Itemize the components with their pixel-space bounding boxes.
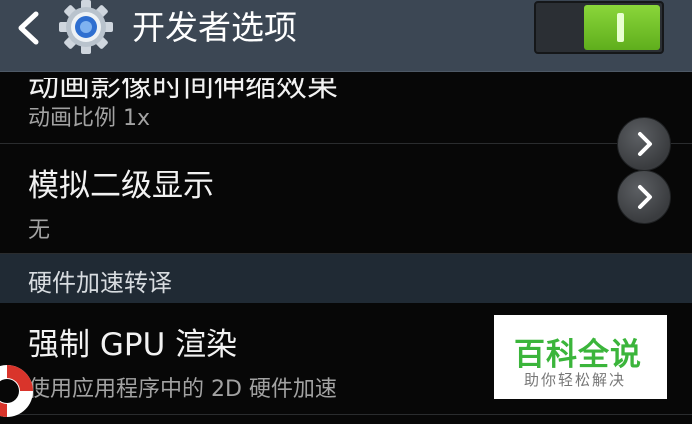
setting-summary: 使用应用程序中的 2D 硬件加速 bbox=[28, 377, 337, 402]
lifebuoy-icon[interactable] bbox=[0, 362, 36, 420]
setting-value: 无 bbox=[28, 218, 51, 243]
section-header-hardware-acceleration: 硬件加速转译 bbox=[0, 254, 692, 303]
setting-title: 强制 GPU 渲染 bbox=[28, 327, 238, 363]
setting-title: 模拟二级显示 bbox=[28, 168, 214, 204]
simulate-display-open-button[interactable] bbox=[617, 170, 671, 224]
watermark-logo: 百科全说 助你轻松解决 bbox=[494, 315, 667, 399]
developer-options-master-switch[interactable] bbox=[534, 1, 664, 54]
setting-title: 动画影像时间伸缩效果 bbox=[28, 68, 338, 104]
gear-icon[interactable] bbox=[54, 0, 118, 56]
developer-options-screen: 开发者选项 动画影像时间伸缩效果 动画比例 1x 模拟二级显示 无 硬件加速转译 bbox=[0, 0, 692, 424]
chevron-right-icon bbox=[638, 185, 652, 209]
watermark-title: 百科全说 bbox=[514, 337, 642, 373]
watermark-subtitle: 助你轻松解决 bbox=[524, 371, 627, 389]
page-title: 开发者选项 bbox=[132, 8, 297, 47]
setting-value: 动画比例 1x bbox=[28, 106, 151, 131]
switch-knob bbox=[584, 5, 660, 50]
back-arrow-icon[interactable] bbox=[10, 10, 46, 46]
animation-scale-setting[interactable]: 动画影像时间伸缩效果 动画比例 1x bbox=[0, 56, 692, 171]
simulate-secondary-display-setting[interactable]: 模拟二级显示 无 bbox=[0, 144, 692, 254]
section-header-label: 硬件加速转译 bbox=[28, 269, 172, 297]
switch-on-indicator bbox=[617, 13, 624, 42]
